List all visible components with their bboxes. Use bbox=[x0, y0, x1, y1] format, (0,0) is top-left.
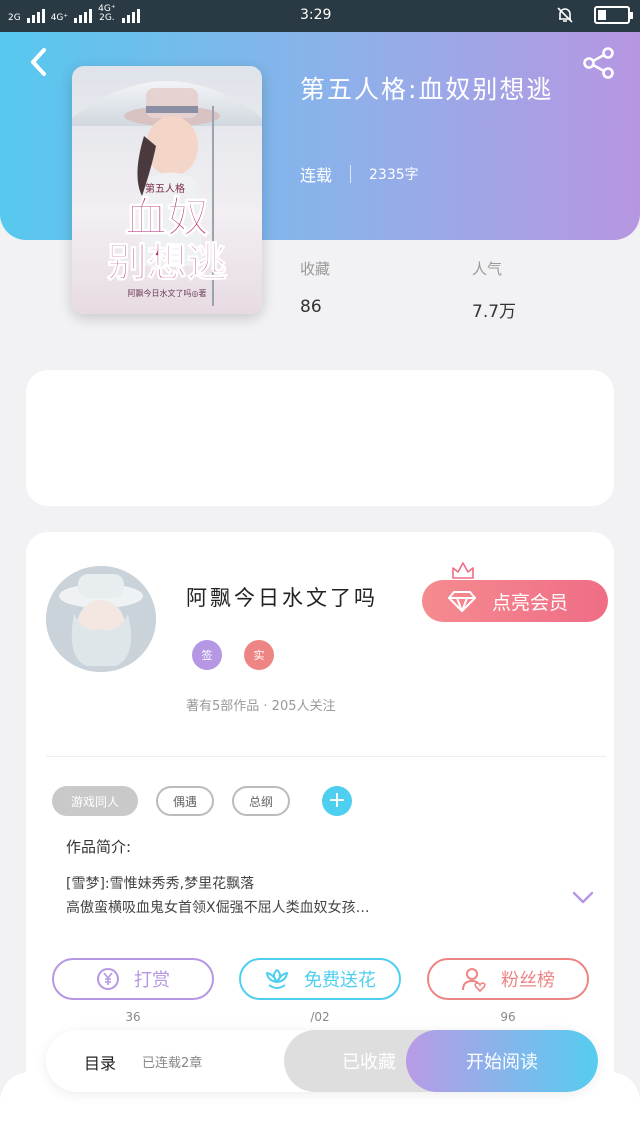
book-status-line: 连载 2335字 bbox=[300, 162, 419, 186]
favorites-stat: 收藏 86 bbox=[300, 258, 330, 317]
tag-chip[interactable]: 偶遇 bbox=[156, 786, 214, 816]
author-works-info: 著有5部作品 · 205人关注 bbox=[186, 699, 336, 714]
intro-line: 高傲蛮横吸血鬼女首领X倔强不屈人类血奴女孩… bbox=[66, 900, 370, 916]
favorites-value: 86 bbox=[300, 297, 322, 317]
start-reading-label: 开始阅读 bbox=[466, 1052, 538, 1073]
battery-icon bbox=[594, 6, 633, 24]
cover-art: 第五人格 血奴 别想逃 阿飘今日水文了吗◎著 bbox=[72, 81, 262, 306]
book-cover[interactable]: 第五人格 血奴 别想逃 阿飘今日水文了吗◎著 bbox=[72, 66, 262, 314]
author-name[interactable]: 阿飘今日水文了吗 bbox=[186, 582, 378, 612]
reward-count: 36 bbox=[125, 1010, 141, 1024]
fans-ranking-button[interactable]: 粉丝榜 bbox=[427, 958, 589, 1000]
word-count: 2335字 bbox=[369, 167, 419, 183]
cover-author-line: 阿飘今日水文了吗◎著 bbox=[128, 288, 207, 298]
network-label: 4G⁺ bbox=[50, 13, 69, 23]
chapter-count: 已连载2章 bbox=[142, 1056, 203, 1071]
divider bbox=[350, 165, 352, 183]
tag-chip[interactable]: 游戏同人 bbox=[52, 786, 138, 816]
diamond-icon bbox=[448, 591, 476, 612]
info-card bbox=[26, 370, 614, 506]
fans-label: 粉丝榜 bbox=[501, 970, 555, 991]
divider bbox=[46, 756, 606, 757]
intro-text: [雪梦]:雪惟妹秀秀,梦里花飘落 高傲蛮横吸血鬼女首领X倔强不屈人类血奴女孩… bbox=[66, 872, 566, 920]
tag-chip[interactable]: 总纲 bbox=[232, 786, 290, 816]
signal-group: 2G 4G⁺ 4G⁺ 2G. bbox=[8, 5, 140, 23]
add-tag-button[interactable]: + bbox=[322, 786, 352, 816]
serial-status: 连载 bbox=[300, 166, 333, 185]
signal-icon bbox=[74, 9, 93, 23]
bottom-action-bar: 目录 已连载2章 已收藏 开始阅读 bbox=[46, 1030, 598, 1092]
reward-button[interactable]: 打赏 bbox=[52, 958, 214, 1000]
back-icon[interactable] bbox=[24, 44, 54, 80]
intro-line: [雪梦]:雪惟妹秀秀,梦里花飘落 bbox=[66, 876, 255, 892]
popularity-label: 人气 bbox=[472, 260, 503, 278]
share-icon[interactable] bbox=[582, 46, 616, 80]
signal-icon bbox=[26, 9, 45, 23]
free-flower-button[interactable]: 免费送花 bbox=[239, 958, 401, 1000]
popularity-value: 7.7万 bbox=[472, 302, 517, 322]
network-label: 4G⁺ 2G. bbox=[98, 4, 116, 23]
cover-title-line1: 血奴 bbox=[125, 193, 209, 242]
badge-verified: 实 bbox=[244, 640, 274, 670]
toc-button[interactable]: 目录 bbox=[84, 1050, 116, 1074]
signal-icon bbox=[121, 9, 140, 23]
intro-heading: 作品简介: bbox=[66, 838, 132, 856]
chevron-down-icon[interactable] bbox=[572, 890, 594, 906]
network-label: 2G bbox=[8, 13, 21, 23]
start-reading-button[interactable]: 开始阅读 bbox=[406, 1030, 598, 1092]
reward-label: 打赏 bbox=[134, 970, 170, 991]
vip-label: 点亮会员 bbox=[492, 591, 569, 614]
favorited-label: 已收藏 bbox=[342, 1052, 396, 1073]
fans-count: 96 bbox=[500, 1010, 516, 1024]
crown-icon bbox=[452, 562, 474, 579]
user-heart-icon bbox=[462, 968, 486, 992]
flower-label: 免费送花 bbox=[304, 970, 376, 991]
yen-coin-icon bbox=[97, 968, 119, 990]
favorites-label: 收藏 bbox=[300, 260, 331, 278]
flower-count: /02 bbox=[310, 1010, 330, 1024]
book-title: 第五人格:血奴别想逃 bbox=[300, 75, 554, 104]
avatar[interactable] bbox=[46, 566, 156, 672]
clock: 3:29 bbox=[300, 7, 332, 23]
flower-icon bbox=[266, 969, 288, 989]
popularity-stat: 人气 7.7万 bbox=[472, 258, 516, 322]
bell-muted-icon bbox=[557, 7, 573, 23]
badge-signed: 签 bbox=[192, 640, 222, 670]
vip-button[interactable]: 点亮会员 bbox=[422, 580, 608, 622]
status-bar: 2G 4G⁺ 4G⁺ 2G. 3:29 bbox=[0, 0, 640, 32]
cover-title-line2: 别想逃 bbox=[107, 239, 227, 286]
